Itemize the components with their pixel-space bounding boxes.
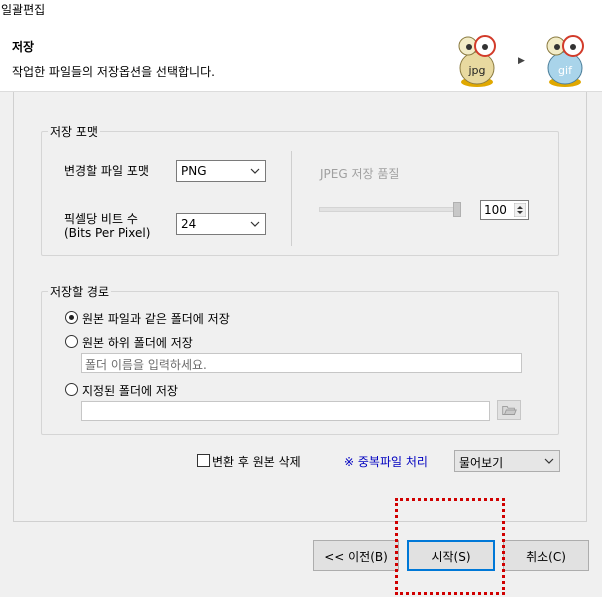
duplicate-handling-link[interactable]: ※ 중복파일 처리 bbox=[344, 453, 428, 470]
window-title: 일괄편집 bbox=[1, 3, 46, 17]
radio-custom-folder[interactable] bbox=[65, 383, 78, 396]
delete-original-checkbox[interactable] bbox=[197, 454, 210, 467]
chevron-down-icon bbox=[250, 168, 260, 174]
title-bar: 일괄편집 bbox=[0, 0, 602, 22]
custom-folder-input[interactable] bbox=[81, 401, 490, 421]
page-title: 저장 bbox=[12, 40, 35, 54]
highlight-annotation bbox=[395, 498, 505, 595]
jpeg-quality-slider-track[interactable] bbox=[319, 207, 459, 212]
page-description: 작업한 파일들의 저장옵션을 선택합니다. bbox=[12, 65, 215, 79]
radio-same-folder[interactable] bbox=[65, 311, 78, 324]
arrow-right-icon: ▶ bbox=[518, 56, 525, 66]
browse-folder-button[interactable] bbox=[497, 400, 521, 420]
format-group-legend: 저장 포맷 bbox=[50, 125, 98, 139]
jpg-label: jpg bbox=[467, 64, 485, 77]
duplicate-handling-combobox[interactable]: 물어보기 bbox=[454, 450, 560, 472]
bits-label: 픽셀당 비트 수 bbox=[64, 212, 138, 226]
spin-arrows-icon[interactable] bbox=[514, 203, 526, 217]
radio-subfolder[interactable] bbox=[65, 335, 78, 348]
radio-subfolder-label[interactable]: 원본 하위 폴더에 저장 bbox=[82, 334, 193, 351]
wizard-header: 저장 작업한 파일들의 저장옵션을 선택합니다. jpg ▶ gif bbox=[0, 22, 602, 92]
gif-mascot-icon: gif bbox=[546, 35, 584, 87]
bits-value: 24 bbox=[181, 217, 197, 231]
prev-button[interactable]: << 이전(B) bbox=[313, 540, 399, 571]
jpeg-quality-value: 100 bbox=[484, 203, 507, 217]
jpg-mascot-icon: jpg bbox=[458, 35, 496, 87]
subfolder-name-input[interactable]: 폴더 이름을 입력하세요. bbox=[81, 353, 522, 373]
path-group-legend: 저장할 경로 bbox=[50, 285, 110, 299]
bits-combobox[interactable]: 24 bbox=[176, 213, 266, 235]
jpeg-quality-spinbox[interactable]: 100 bbox=[480, 200, 529, 220]
jpeg-quality-label: JPEG 저장 품질 bbox=[320, 167, 400, 181]
delete-original-label[interactable]: 변환 후 원본 삭제 bbox=[212, 453, 301, 470]
format-label: 변경할 파일 포맷 bbox=[64, 164, 149, 178]
radio-custom-folder-label[interactable]: 지정된 폴더에 저장 bbox=[82, 382, 178, 399]
duplicate-handling-value: 물어보기 bbox=[459, 456, 504, 470]
format-value: PNG bbox=[181, 164, 207, 178]
chevron-down-icon bbox=[250, 221, 260, 227]
cancel-button[interactable]: 취소(C) bbox=[503, 540, 589, 571]
folder-open-icon bbox=[502, 405, 517, 415]
gif-label: gif bbox=[558, 64, 573, 77]
radio-same-folder-label[interactable]: 원본 파일과 같은 폴더에 저장 bbox=[82, 310, 230, 327]
jpeg-quality-slider-thumb[interactable] bbox=[453, 202, 461, 217]
vertical-divider bbox=[291, 151, 292, 246]
bits-label-sub: (Bits Per Pixel) bbox=[64, 226, 151, 240]
chevron-down-icon bbox=[544, 458, 554, 464]
format-combobox[interactable]: PNG bbox=[176, 160, 266, 182]
